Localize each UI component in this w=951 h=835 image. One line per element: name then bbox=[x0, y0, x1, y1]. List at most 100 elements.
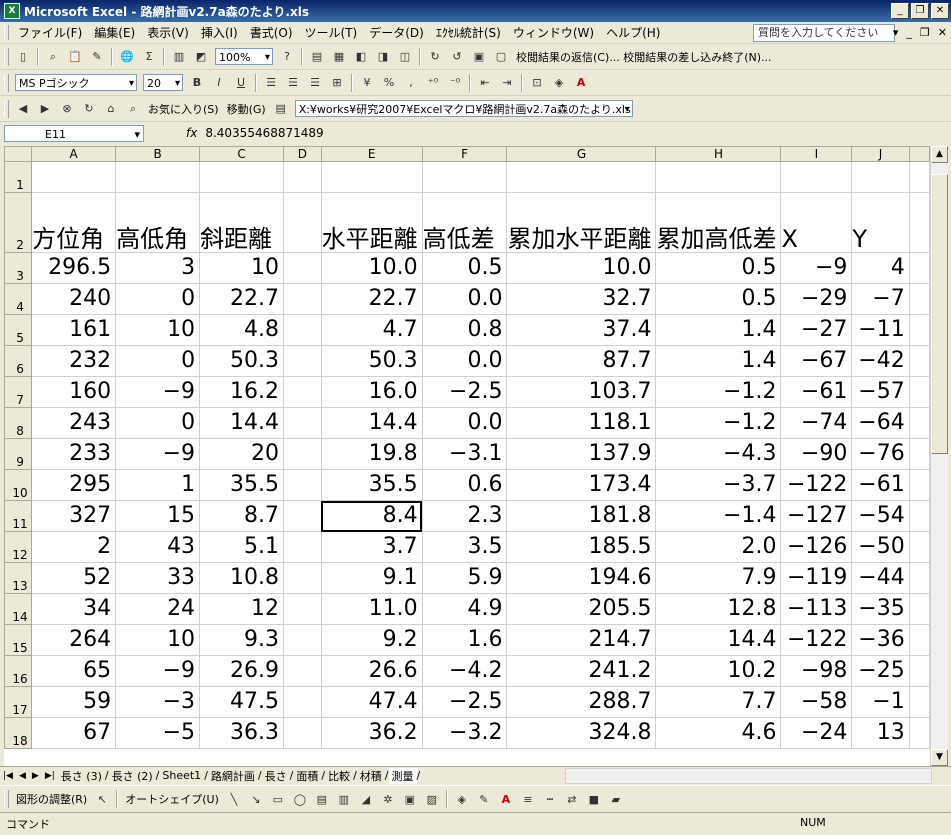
arrow-icon[interactable]: ↘ bbox=[247, 790, 265, 808]
cell[interactable]: −2.5 bbox=[421, 686, 508, 718]
cell[interactable] bbox=[908, 593, 930, 625]
sheet-tab[interactable]: 面積 bbox=[293, 768, 321, 784]
row-header[interactable]: 1 bbox=[4, 161, 33, 193]
cell[interactable]: −113 bbox=[780, 593, 853, 625]
merge-center-icon[interactable]: ⊞ bbox=[328, 74, 346, 92]
cell[interactable]: 22.7 bbox=[199, 283, 285, 315]
cell[interactable]: 327 bbox=[31, 500, 117, 532]
cell[interactable] bbox=[908, 624, 930, 656]
cell[interactable]: 160 bbox=[31, 376, 117, 408]
column-header[interactable]: F bbox=[421, 146, 508, 162]
search-web-icon[interactable]: ⌕ bbox=[124, 100, 142, 118]
cell[interactable] bbox=[908, 655, 930, 687]
cell[interactable]: 59 bbox=[31, 686, 117, 718]
cell[interactable]: 15 bbox=[115, 500, 201, 532]
menu-item[interactable]: ウィンドウ(W) bbox=[507, 24, 600, 41]
cell[interactable]: 137.9 bbox=[506, 438, 657, 470]
cell[interactable] bbox=[283, 345, 322, 377]
review-comment-icon[interactable]: ▦ bbox=[330, 48, 348, 66]
cell[interactable]: 0.5 bbox=[655, 283, 782, 315]
rectangle-icon[interactable]: ▭ bbox=[269, 790, 287, 808]
cell[interactable]: 26.6 bbox=[320, 655, 423, 687]
scroll-down-arrow[interactable]: ▼ bbox=[931, 749, 948, 766]
cell[interactable]: −58 bbox=[780, 686, 853, 718]
active-cell[interactable]: 8.4 bbox=[320, 500, 423, 532]
cell[interactable]: 4.7 bbox=[320, 314, 423, 346]
cell[interactable]: 0.6 bbox=[421, 469, 508, 501]
cell[interactable]: −122 bbox=[780, 624, 853, 656]
cell[interactable]: −2.5 bbox=[421, 376, 508, 408]
cell[interactable] bbox=[908, 438, 930, 470]
help-dropdown-icon[interactable]: ▾ bbox=[893, 26, 899, 39]
cell[interactable]: 161 bbox=[31, 314, 117, 346]
font-select[interactable]: MS Pゴシック bbox=[15, 74, 137, 92]
cell[interactable]: 36.3 bbox=[199, 717, 285, 749]
goto-menu[interactable]: 移動(G) bbox=[227, 101, 266, 117]
cell[interactable]: 5.1 bbox=[199, 531, 285, 563]
select-all-corner[interactable] bbox=[4, 146, 33, 162]
help-icon[interactable]: ? bbox=[278, 48, 296, 66]
cell[interactable]: 7.9 bbox=[655, 562, 782, 594]
row-header[interactable]: 10 bbox=[4, 469, 33, 501]
review-show-icon[interactable]: ◫ bbox=[396, 48, 414, 66]
percent-button[interactable]: % bbox=[380, 74, 398, 92]
increase-decimal-icon[interactable]: ⁺⁰ bbox=[424, 74, 442, 92]
row-header[interactable]: 18 bbox=[4, 717, 33, 749]
cell[interactable]: 194.6 bbox=[506, 562, 657, 594]
review-open-icon[interactable]: ▤ bbox=[308, 48, 326, 66]
home-icon[interactable]: ⌂ bbox=[102, 100, 120, 118]
cell[interactable]: 52 bbox=[31, 562, 117, 594]
row-header[interactable]: 14 bbox=[4, 593, 33, 625]
cell[interactable]: 87.7 bbox=[506, 345, 657, 377]
borders-icon[interactable]: ⊡ bbox=[528, 74, 546, 92]
cell[interactable]: 2.0 bbox=[655, 531, 782, 563]
cell[interactable] bbox=[908, 407, 930, 439]
cell[interactable]: 10.0 bbox=[320, 252, 423, 284]
currency-icon[interactable]: ¥ bbox=[358, 74, 376, 92]
autosum-icon[interactable]: Σ bbox=[140, 48, 158, 66]
cell[interactable]: −3.2 bbox=[421, 717, 508, 749]
cell[interactable] bbox=[283, 438, 322, 470]
excel-app-icon[interactable]: X bbox=[4, 3, 20, 19]
cell[interactable]: −24 bbox=[780, 717, 853, 749]
cell[interactable] bbox=[908, 314, 930, 346]
cell[interactable] bbox=[283, 314, 322, 346]
cell[interactable]: 10 bbox=[115, 314, 201, 346]
toolbar-grip[interactable] bbox=[4, 99, 9, 118]
menu-grip[interactable] bbox=[4, 25, 9, 40]
sheet-tab[interactable]: 長さ (2) bbox=[109, 768, 156, 784]
cell[interactable]: 10 bbox=[115, 624, 201, 656]
cell[interactable]: 14.4 bbox=[320, 407, 423, 439]
menu-item[interactable]: ヘルプ(H) bbox=[600, 24, 666, 41]
cell[interactable]: −74 bbox=[780, 407, 853, 439]
address-input[interactable]: X:¥works¥研究2007¥Excelマクロ¥路網計画v2.7a森のたより.… bbox=[294, 100, 633, 118]
menu-item[interactable]: ツール(T) bbox=[299, 24, 364, 41]
cell[interactable]: −61 bbox=[851, 469, 910, 501]
cell[interactable] bbox=[31, 161, 117, 193]
formula-input[interactable]: 8.40355468871489 bbox=[205, 126, 323, 140]
3d-icon[interactable]: ▰ bbox=[607, 790, 625, 808]
cell[interactable] bbox=[283, 717, 322, 749]
column-header[interactable] bbox=[908, 146, 930, 162]
row-header[interactable]: 5 bbox=[4, 314, 33, 346]
arrow-style-icon[interactable]: ⇄ bbox=[563, 790, 581, 808]
tab-next-icon[interactable]: ▶ bbox=[32, 771, 39, 781]
cell[interactable]: 2 bbox=[31, 531, 117, 563]
column-header[interactable]: J bbox=[851, 146, 910, 162]
cell[interactable]: 2.3 bbox=[421, 500, 508, 532]
decrease-decimal-icon[interactable]: ⁻⁰ bbox=[446, 74, 464, 92]
cell[interactable]: 264 bbox=[31, 624, 117, 656]
cell[interactable]: −25 bbox=[851, 655, 910, 687]
wordart-icon[interactable]: ◢ bbox=[357, 790, 375, 808]
cell[interactable]: 0.5 bbox=[421, 252, 508, 284]
new-file-icon[interactable]: ▯ bbox=[14, 48, 32, 66]
underline-button[interactable]: U bbox=[232, 74, 250, 92]
cell[interactable]: 9.2 bbox=[320, 624, 423, 656]
sheet-tab-active[interactable]: 測量 bbox=[388, 767, 417, 784]
cell[interactable]: 36.2 bbox=[320, 717, 423, 749]
cell[interactable]: 173.4 bbox=[506, 469, 657, 501]
cell[interactable]: 32.7 bbox=[506, 283, 657, 315]
cell[interactable]: 47.5 bbox=[199, 686, 285, 718]
cell[interactable]: 233 bbox=[31, 438, 117, 470]
cell[interactable]: −50 bbox=[851, 531, 910, 563]
